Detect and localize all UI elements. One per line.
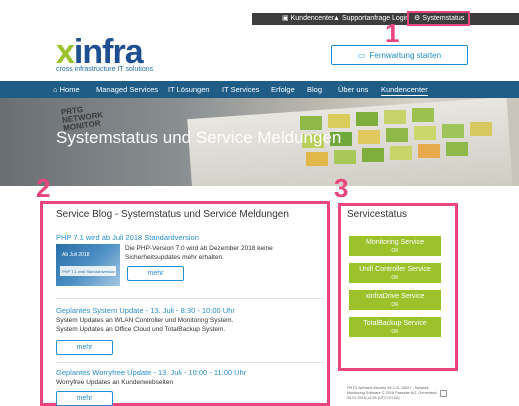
more-button-worryfree-update[interactable]: mehr bbox=[56, 391, 113, 406]
servicestatus-highlight-box bbox=[338, 203, 458, 371]
hero-report-cell bbox=[386, 128, 408, 142]
post-title-worryfree-update[interactable]: Geplantes Worryfree Update - 13. Juli - … bbox=[56, 368, 246, 377]
post-title-php[interactable]: PHP 7.1 wird ab Juli 2018 Standardversio… bbox=[56, 233, 199, 242]
nav-item-it-loesungen[interactable]: IT Lösungen bbox=[168, 81, 210, 98]
prtg-footer-icon bbox=[440, 390, 447, 397]
marker-2: 2 bbox=[36, 173, 51, 203]
marker-1: 1 bbox=[385, 18, 400, 48]
hero-report-cell bbox=[362, 148, 384, 162]
topbar-kundencenter-link[interactable]: ▣ Kundencenter bbox=[282, 13, 334, 25]
post-divider bbox=[56, 298, 324, 299]
grid-icon: ▣ bbox=[282, 15, 289, 22]
hero-report-cell bbox=[306, 152, 328, 166]
nav-item-it-services[interactable]: IT Services bbox=[222, 81, 259, 98]
hero-report-cell bbox=[356, 112, 378, 126]
logo-wordmark: xinfra bbox=[56, 34, 144, 70]
nav-item-home[interactable]: ⌂ Home bbox=[53, 81, 80, 98]
more-button-php[interactable]: mehr bbox=[127, 266, 184, 281]
remote-support-button[interactable]: ▭ Fernwartung starten bbox=[331, 45, 468, 65]
hero-report-cell bbox=[412, 108, 434, 122]
top-utility-bar: ▣ Kundencenter ▲ Supportanfrage Login ⚙ … bbox=[0, 0, 519, 27]
page-title: Systemstatus und Service Meldungen bbox=[56, 128, 342, 147]
nav-item-ueber-uns[interactable]: Über uns bbox=[338, 81, 368, 98]
service-status-xinfradrive[interactable]: xinfraDrive Service OK bbox=[349, 290, 441, 310]
hero-report-cell bbox=[334, 150, 356, 164]
hero-report-cell bbox=[390, 146, 412, 160]
topbar-supportanfrage-link[interactable]: ▲ Supportanfrage bbox=[333, 13, 390, 25]
post-excerpt-php: Die PHP-Version 7.0 wird ab Dezember 201… bbox=[125, 245, 273, 261]
blog-section-title: Service Blog - Systemstatus und Service … bbox=[56, 209, 289, 220]
post-excerpt-system-update: System Updates an WLAN Controller und Mo… bbox=[56, 317, 234, 333]
more-button-system-update[interactable]: mehr bbox=[56, 340, 113, 355]
service-status-monitoring[interactable]: Monitoring Service OK bbox=[349, 236, 441, 256]
post-divider bbox=[56, 362, 324, 363]
marker-3: 3 bbox=[334, 173, 349, 203]
thumbnail-subcaption: PHP 7.1 wird Standardversion bbox=[62, 269, 116, 274]
servicestatus-title: Servicestatus bbox=[347, 209, 408, 220]
support-icon: ▲ bbox=[333, 15, 340, 22]
hero-report-cell bbox=[442, 124, 464, 138]
prtg-footer-note: PRTG Network Monitor 18.2.41.1652+ , Net… bbox=[347, 386, 438, 400]
monitor-icon: ▭ bbox=[357, 50, 366, 60]
hero-report-cell bbox=[328, 114, 350, 128]
post-excerpt-worryfree-update: Worryfree Updates an Kundenwebseiten bbox=[56, 379, 173, 386]
hero-report-cell bbox=[446, 142, 468, 156]
systemstatus-highlight-box bbox=[407, 11, 470, 26]
hero-report-cell bbox=[470, 122, 492, 136]
logo-tagline: cross infrastructure IT solutions bbox=[56, 66, 154, 73]
service-status-unifi-controller[interactable]: Unifi Controller Service OK bbox=[349, 263, 441, 283]
thumbnail-caption: Ab Juli 2018 bbox=[62, 252, 90, 258]
xinfra-logo[interactable]: xinfra cross infrastructure IT solutions bbox=[56, 34, 176, 78]
nav-item-blog[interactable]: Blog bbox=[307, 81, 322, 98]
service-status-totalbackup[interactable]: TotalBackup Service OK bbox=[349, 317, 441, 337]
home-icon: ⌂ bbox=[53, 85, 58, 94]
main-navigation: ⌂ Home Managed Services IT Lösungen IT S… bbox=[0, 81, 519, 98]
hero-report-cell bbox=[418, 144, 440, 158]
hero-report-cell bbox=[414, 126, 436, 140]
hero-report-cell bbox=[384, 110, 406, 124]
nav-item-managed-services[interactable]: Managed Services bbox=[96, 81, 158, 98]
post-thumbnail-php[interactable]: Ab Juli 2018 PHP 7.1 wird Standardversio… bbox=[56, 244, 120, 286]
hero-banner: PRTG NETWORK MONITOR Systemstatus und Se… bbox=[0, 98, 519, 186]
post-title-system-update[interactable]: Geplantes System Update - 13. Juli - 8:3… bbox=[56, 306, 235, 315]
nav-item-kundencenter[interactable]: Kundencenter bbox=[381, 81, 428, 98]
nav-item-erfolge[interactable]: Erfolge bbox=[271, 81, 295, 98]
hero-report-cell bbox=[358, 130, 380, 144]
